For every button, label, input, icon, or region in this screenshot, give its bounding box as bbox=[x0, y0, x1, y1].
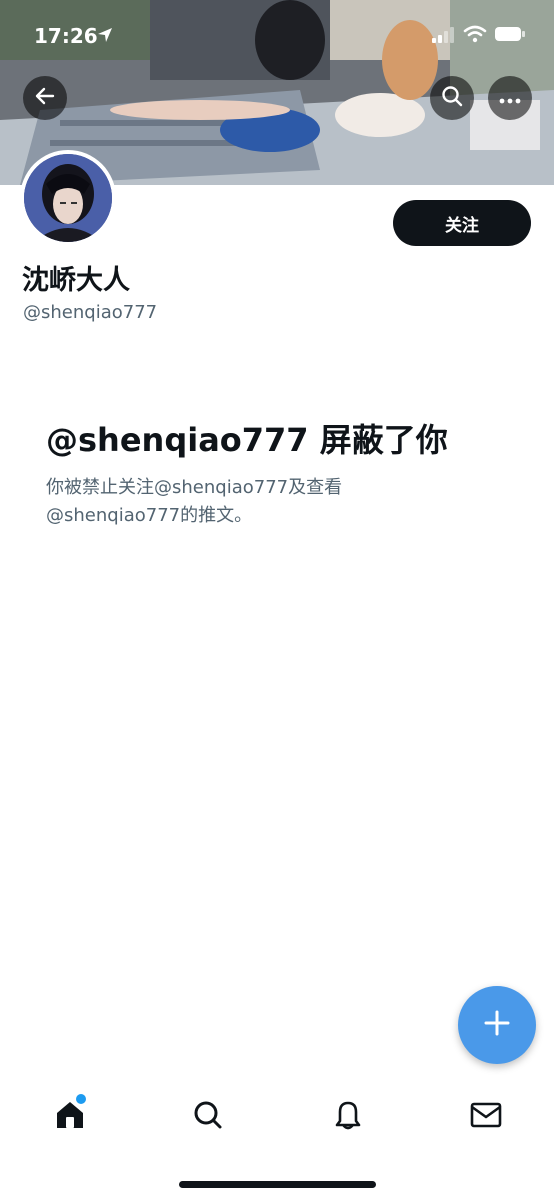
bell-icon bbox=[333, 1099, 363, 1135]
home-icon bbox=[54, 1100, 86, 1134]
more-options-button[interactable] bbox=[488, 76, 532, 120]
back-button[interactable] bbox=[23, 76, 67, 120]
back-arrow-icon bbox=[34, 85, 56, 111]
compose-tweet-button[interactable] bbox=[458, 986, 536, 1064]
profile-search-button[interactable] bbox=[430, 76, 474, 120]
search-icon bbox=[441, 85, 463, 111]
wifi-icon bbox=[463, 25, 487, 43]
tab-search[interactable] bbox=[191, 1100, 225, 1134]
plus-icon bbox=[483, 1009, 511, 1041]
blocked-title: @shenqiao777 屏蔽了你 bbox=[46, 421, 448, 459]
user-handle: @shenqiao777 bbox=[23, 302, 158, 323]
location-arrow-icon bbox=[96, 26, 114, 44]
battery-icon bbox=[494, 24, 526, 44]
search-icon bbox=[193, 1100, 223, 1134]
follow-button[interactable]: 关注 bbox=[393, 200, 531, 246]
home-notification-dot bbox=[76, 1094, 86, 1104]
blocked-description: 你被禁止关注@shenqiao777及查看@shenqiao777的推文。 bbox=[46, 477, 343, 526]
avatar[interactable] bbox=[20, 150, 116, 246]
home-indicator bbox=[179, 1181, 376, 1188]
signal-icon bbox=[432, 27, 454, 43]
status-time: 17:26 bbox=[34, 24, 98, 48]
tab-notifications[interactable] bbox=[331, 1100, 365, 1134]
mail-icon bbox=[470, 1102, 502, 1132]
tab-home[interactable] bbox=[53, 1100, 87, 1134]
avatar-image bbox=[24, 154, 112, 242]
more-icon bbox=[499, 89, 521, 108]
tab-messages[interactable] bbox=[469, 1100, 503, 1134]
display-name: 沈峤大人 bbox=[22, 265, 130, 296]
